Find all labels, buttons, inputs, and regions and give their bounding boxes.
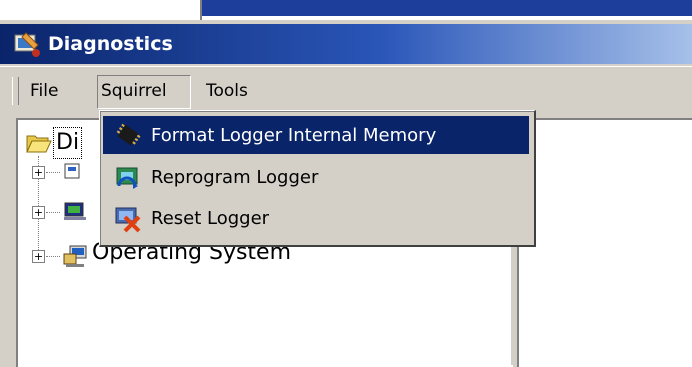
menu-item-label: Reset Logger [151, 207, 270, 229]
expand-toggle[interactable]: + [32, 166, 45, 179]
menu-item-label: Reprogram Logger [151, 166, 319, 188]
menu-tools[interactable]: Tools [200, 76, 254, 106]
details-pane[interactable] [517, 118, 692, 367]
background-divider [200, 0, 202, 20]
expand-toggle[interactable]: + [32, 250, 45, 263]
menu-file[interactable]: File [24, 76, 64, 106]
reprogram-logger-icon [116, 167, 138, 189]
tree-connector [46, 212, 60, 213]
menu-bar: File Squirrel Tools [0, 66, 692, 113]
background-window-strip [200, 0, 692, 16]
operating-system-icon [63, 245, 87, 267]
reset-logger-icon [115, 207, 141, 233]
tree-connector [46, 172, 60, 173]
memory-chip-icon [116, 123, 141, 146]
tree-connector [46, 256, 60, 257]
window-title: Diagnostics [48, 33, 173, 55]
menu-squirrel[interactable]: Squirrel [97, 75, 191, 109]
menu-item-format-logger-internal-memory[interactable]: Format Logger Internal Memory [103, 116, 529, 154]
tree-root-label[interactable]: Di [52, 127, 83, 159]
expand-toggle[interactable]: + [32, 206, 45, 219]
menu-item-label: Format Logger Internal Memory [151, 124, 437, 146]
title-bar[interactable]: Diagnostics [0, 24, 692, 64]
menu-item-reprogram-logger[interactable]: Reprogram Logger [103, 158, 529, 196]
device-icon [64, 163, 80, 179]
diagnostics-app-icon [14, 32, 40, 57]
squirrel-dropdown-menu: Format Logger Internal Memory Reprogram … [99, 110, 536, 247]
menu-item-reset-logger[interactable]: Reset Logger [103, 199, 529, 237]
computer-icon [64, 202, 86, 220]
menu-grip-line [18, 77, 19, 105]
folder-open-icon [26, 135, 52, 153]
